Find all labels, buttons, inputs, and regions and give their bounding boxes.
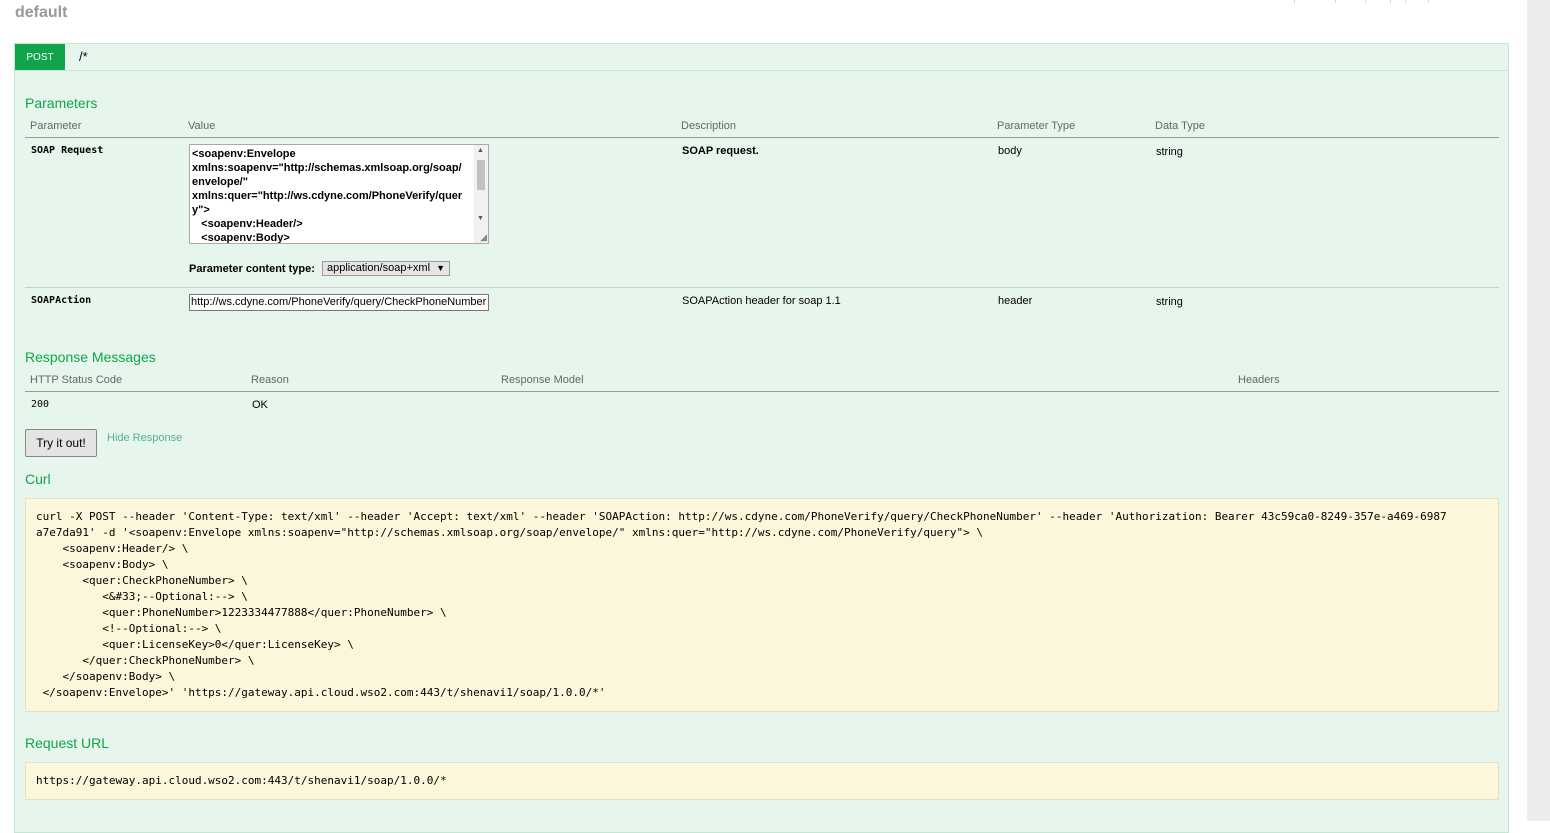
scroll-up-icon[interactable]: ▲ bbox=[477, 147, 484, 154]
status-reason: OK bbox=[252, 399, 268, 411]
try-it-out-button[interactable]: Try it out! bbox=[25, 429, 97, 457]
page-scrollbar[interactable] bbox=[1527, 0, 1550, 821]
top-divider bbox=[1335, 0, 1336, 3]
curl-block: curl -X POST --header 'Content-Type: tex… bbox=[25, 498, 1499, 712]
param-description: SOAPAction header for soap 1.1 bbox=[682, 295, 841, 307]
operation-panel: POST /* Parameters Parameter Value Descr… bbox=[14, 43, 1509, 833]
soap-request-textarea[interactable]: <soapenv:Envelope xmlns:soapenv="http://… bbox=[189, 144, 489, 244]
content-type-label: Parameter content type: bbox=[189, 263, 315, 275]
col-header-headers: Headers bbox=[1238, 374, 1280, 386]
request-url-heading: Request URL bbox=[25, 735, 110, 751]
content-type-select[interactable]: application/soap+xml ▼ bbox=[322, 261, 450, 276]
resource-title[interactable]: default bbox=[15, 4, 67, 22]
operation-path[interactable]: /* bbox=[79, 49, 88, 64]
scroll-thumb[interactable] bbox=[477, 160, 485, 190]
param-name: SOAPAction bbox=[31, 295, 92, 306]
soapaction-input[interactable]: http://ws.cdyne.com/PhoneVerify/query/Ch… bbox=[189, 294, 489, 311]
operation-heading[interactable]: POST /* bbox=[15, 44, 1508, 71]
http-method-badge[interactable]: POST bbox=[15, 44, 65, 70]
col-header-status-code: HTTP Status Code bbox=[30, 374, 123, 386]
request-url-block: https://gateway.api.cloud.wso2.com:443/t… bbox=[25, 762, 1499, 800]
dropdown-arrow-icon: ▼ bbox=[436, 263, 445, 273]
soap-request-text[interactable]: <soapenv:Envelope xmlns:soapenv="http://… bbox=[192, 147, 472, 243]
top-divider bbox=[1365, 0, 1366, 3]
col-header-value: Value bbox=[188, 120, 216, 132]
table-header-rule bbox=[25, 137, 1499, 138]
parameters-heading: Parameters bbox=[25, 95, 98, 111]
param-description: SOAP request. bbox=[682, 145, 759, 157]
hide-response-link[interactable]: Hide Response bbox=[107, 432, 182, 444]
col-header-description: Description bbox=[681, 120, 737, 132]
col-header-reason: Reason bbox=[251, 374, 289, 386]
param-type: body bbox=[998, 145, 1022, 157]
table-header-rule bbox=[25, 391, 1499, 392]
col-header-parameter: Parameter bbox=[30, 120, 82, 132]
col-header-parameter-type: Parameter Type bbox=[997, 120, 1076, 132]
top-divider bbox=[1428, 0, 1429, 3]
col-header-data-type: Data Type bbox=[1155, 120, 1205, 132]
param-type: header bbox=[998, 295, 1033, 307]
response-messages-heading: Response Messages bbox=[25, 349, 156, 365]
content-type-value: application/soap+xml bbox=[327, 262, 431, 274]
top-divider bbox=[1405, 0, 1406, 3]
status-code: 200 bbox=[31, 399, 50, 410]
curl-command: curl -X POST --header 'Content-Type: tex… bbox=[36, 510, 1447, 699]
curl-heading: Curl bbox=[25, 471, 51, 487]
textarea-scrollbar[interactable]: ▲ ▼ bbox=[474, 145, 488, 243]
top-divider bbox=[1390, 0, 1391, 3]
row-divider bbox=[25, 287, 1499, 288]
param-name: SOAP Request bbox=[31, 145, 104, 156]
col-header-response-model: Response Model bbox=[501, 374, 584, 386]
scroll-down-icon[interactable]: ▼ bbox=[477, 215, 484, 222]
param-data-type: string bbox=[1156, 296, 1183, 308]
param-data-type: string bbox=[1156, 146, 1183, 158]
request-url: https://gateway.api.cloud.wso2.com:443/t… bbox=[36, 774, 447, 787]
top-divider bbox=[1294, 0, 1295, 3]
resize-grip-icon[interactable]: ◢ bbox=[480, 233, 487, 242]
